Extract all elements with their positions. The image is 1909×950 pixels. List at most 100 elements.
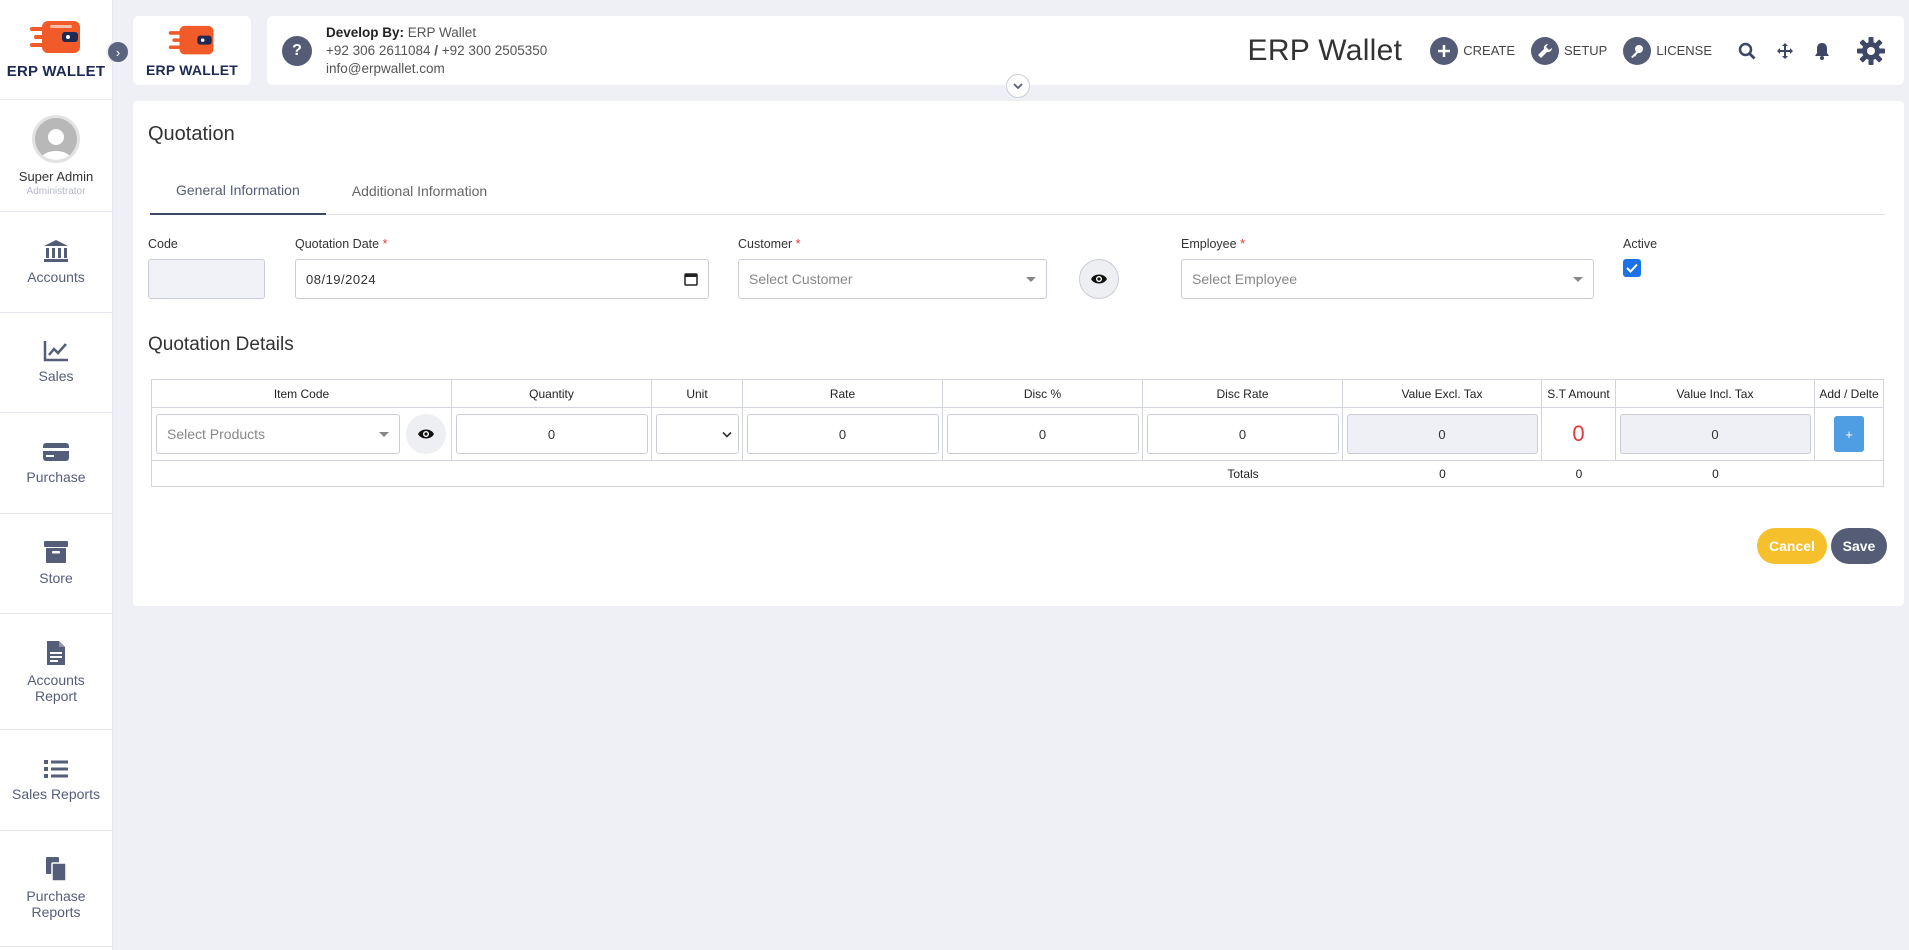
bell-icon[interactable] — [1814, 42, 1830, 60]
employee-label: Employee * — [1181, 237, 1245, 251]
table-row: Select Products 0 0 0 0 0 0 0 + — [152, 408, 1883, 460]
sidebar-item-purchase[interactable]: Purchase — [0, 413, 112, 514]
save-button[interactable]: Save — [1831, 528, 1887, 564]
customer-label: Customer * — [738, 237, 801, 251]
unit-cell — [652, 408, 743, 460]
form-tabs: General Information Additional Informati… — [150, 167, 1885, 215]
cancel-button[interactable]: Cancel — [1757, 528, 1827, 564]
active-checkbox[interactable] — [1623, 259, 1641, 277]
view-customer-button[interactable] — [1079, 259, 1119, 299]
user-icon — [41, 128, 71, 160]
dev-email: info@erpwallet.com — [326, 60, 445, 76]
sidebar-item-label: Accounts — [27, 268, 85, 285]
dev-label: Develop By: — [326, 24, 405, 40]
eye-icon — [418, 429, 434, 439]
tab-general-information[interactable]: General Information — [150, 167, 326, 215]
move-arrows-icon[interactable] — [1776, 42, 1794, 60]
st-amount-value: 0 — [1572, 421, 1585, 446]
header-actions: ERP Wallet CREATE SETUP LICENSE — [1248, 34, 1886, 68]
table-totals-row: Totals 0 0 0 — [152, 460, 1883, 486]
add-row-button[interactable]: + — [1834, 416, 1864, 452]
license-label: LICENSE — [1656, 43, 1712, 58]
avatar — [32, 114, 80, 163]
create-button[interactable]: CREATE — [1430, 36, 1516, 65]
value-excl-cell: 0 — [1343, 408, 1542, 460]
totals-label: Totals — [1227, 467, 1259, 481]
header-collapse-button[interactable] — [1006, 74, 1030, 98]
col-item-code: Item Code — [152, 380, 452, 408]
unit-select[interactable] — [655, 414, 739, 454]
check-icon — [1626, 263, 1638, 273]
tab-additional-information[interactable]: Additional Information — [326, 167, 513, 215]
col-quantity: Quantity — [452, 380, 652, 408]
value-excl-field: 0 — [1346, 414, 1538, 454]
quantity-input[interactable]: 0 — [455, 414, 648, 454]
document-icon — [47, 640, 65, 665]
product-placeholder: Select Products — [167, 426, 266, 442]
sidebar-logo[interactable]: ERP WALLET — [0, 0, 112, 100]
sidebar-item-sales-reports[interactable]: Sales Reports — [0, 730, 112, 831]
col-unit: Unit — [652, 380, 743, 408]
bank-icon — [44, 239, 68, 262]
key-icon — [1623, 36, 1652, 65]
chevron-right-icon: › — [115, 44, 121, 60]
copy-icon — [46, 857, 67, 882]
sidebar-item-accounts-report[interactable]: Accounts Report — [0, 614, 112, 730]
employee-select[interactable]: Select Employee — [1181, 259, 1594, 299]
quotation-details-table: Item Code Quantity Unit Rate Disc % Disc… — [151, 379, 1884, 487]
sidebar-item-label: Purchase — [26, 468, 86, 485]
help-icon[interactable]: ? — [282, 35, 312, 66]
disc-pct-input[interactable]: 0 — [946, 414, 1139, 454]
sidebar-expand-button[interactable]: › — [106, 40, 130, 64]
brand-name: ERP WALLET — [146, 61, 238, 78]
search-icon[interactable] — [1738, 42, 1756, 60]
product-select[interactable]: Select Products — [156, 414, 400, 454]
active-label: Active — [1623, 237, 1658, 251]
dev-name: ERP Wallet — [407, 24, 477, 40]
phone-1: +92 306 2611084 — [326, 42, 431, 58]
gear-icon[interactable] — [1856, 36, 1886, 66]
customer-placeholder: Select Customer — [749, 271, 853, 287]
sidebar-item-label: Purchase Reports — [26, 888, 86, 920]
license-button[interactable]: LICENSE — [1623, 36, 1712, 65]
caret-down-icon — [1573, 277, 1583, 282]
app-title: ERP Wallet — [1247, 33, 1403, 67]
create-label: CREATE — [1463, 43, 1516, 58]
view-product-button[interactable] — [406, 414, 446, 454]
sidebar-item-label: Sales — [38, 368, 74, 385]
caret-down-icon — [1026, 277, 1036, 282]
brand-name: ERP WALLET — [6, 63, 106, 80]
archive-box-icon — [44, 541, 68, 564]
col-rate: Rate — [743, 380, 943, 408]
profile-role: Administrator — [26, 185, 86, 197]
col-disc-rate: Disc Rate — [1143, 380, 1343, 408]
sidebar-item-store[interactable]: Store — [0, 514, 112, 614]
code-field[interactable] — [148, 259, 265, 299]
header-logo[interactable]: ERP WALLET — [133, 16, 251, 85]
rate-input[interactable]: 0 — [746, 414, 939, 454]
value-incl-field: 0 — [1619, 414, 1811, 454]
quotation-date-field[interactable]: 08/19/2024 — [295, 259, 709, 299]
chart-line-icon — [43, 341, 68, 362]
customer-select[interactable]: Select Customer — [738, 259, 1047, 299]
quotation-form: Quotation General Information Additional… — [133, 101, 1904, 606]
total-st-amount: 0 — [1575, 467, 1583, 481]
user-profile[interactable]: Super Admin Administrator — [0, 100, 112, 212]
sidebar-item-sales[interactable]: Sales — [0, 313, 112, 413]
sidebar-item-accounts[interactable]: Accounts — [0, 212, 112, 313]
erp-wallet-logo-icon — [168, 25, 214, 54]
profile-name: Super Admin — [18, 168, 94, 184]
erp-wallet-logo-icon — [30, 21, 80, 53]
sidebar: ERP WALLET › Super Admin Administrator A… — [0, 0, 130, 950]
col-value-excl-tax: Value Excl. Tax — [1343, 380, 1542, 408]
col-disc-pct: Disc % — [943, 380, 1143, 408]
setup-button[interactable]: SETUP — [1531, 36, 1607, 65]
disc-pct-cell: 0 — [943, 408, 1143, 460]
calendar-icon[interactable] — [684, 272, 698, 286]
quotation-date-label: Quotation Date * — [295, 237, 388, 251]
disc-rate-input[interactable]: 0 — [1146, 414, 1339, 454]
value-incl-cell: 0 — [1616, 408, 1815, 460]
phone-2: +92 300 2505350 — [441, 42, 548, 58]
sidebar-item-purchase-reports[interactable]: Purchase Reports — [0, 831, 112, 947]
chevron-down-icon — [721, 431, 732, 438]
